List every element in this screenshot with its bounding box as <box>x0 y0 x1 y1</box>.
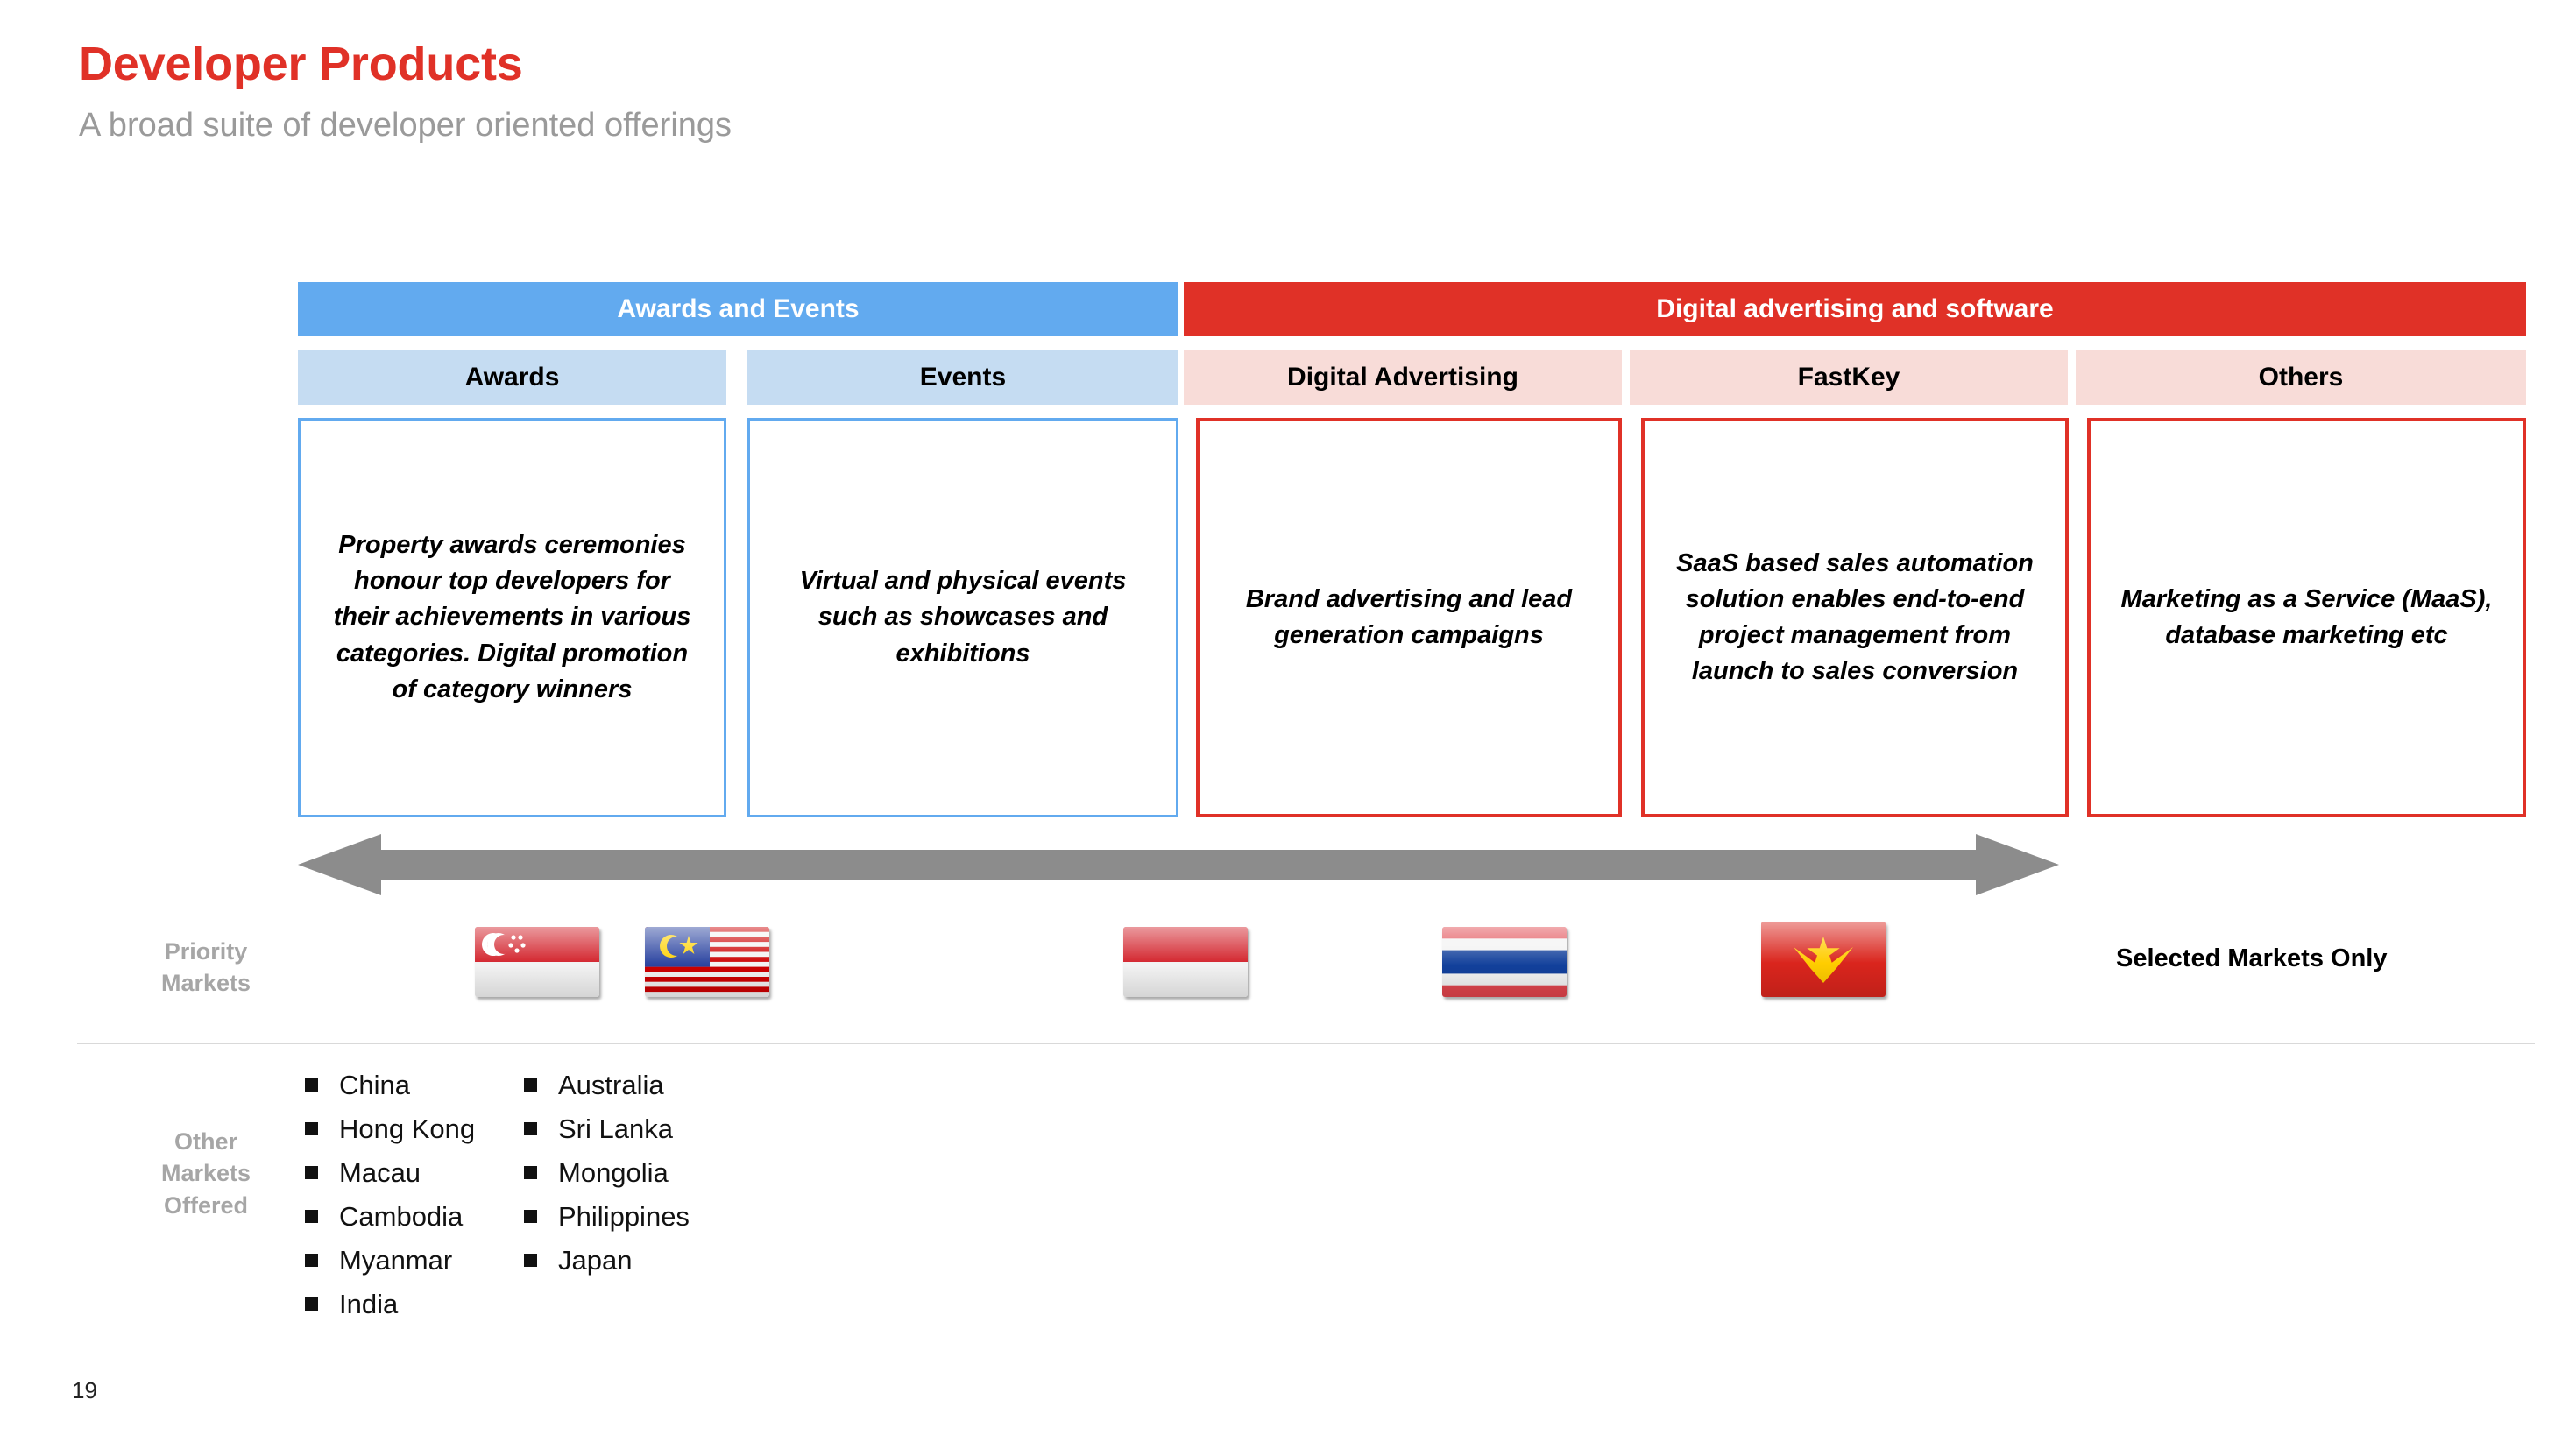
content-box-others[interactable]: Marketing as a Service (MaaS), database … <box>2087 418 2526 817</box>
list-item[interactable]: Macau <box>305 1158 475 1188</box>
list-item-label: Myanmar <box>339 1245 453 1276</box>
other-markets-column-2: Australia Sri Lanka Mongolia Philippines… <box>524 1070 690 1290</box>
list-item-label: Philippines <box>558 1201 690 1233</box>
double-headed-arrow-icon <box>298 834 2059 895</box>
category-bar-digital-advertising-and-software: Digital advertising and software <box>1184 282 2526 336</box>
page-number: 19 <box>72 1377 97 1403</box>
column-heading-digital-advertising[interactable]: Digital Advertising <box>1184 350 1622 405</box>
column-heading-label: FastKey <box>1797 363 1900 392</box>
section-divider <box>77 1043 2535 1044</box>
list-item[interactable]: Sri Lanka <box>524 1113 690 1145</box>
list-item[interactable]: Philippines <box>524 1202 690 1232</box>
list-item-label: Cambodia <box>339 1201 464 1233</box>
malaysia-flag <box>645 927 769 997</box>
bullet-icon <box>305 1297 318 1311</box>
column-heading-awards[interactable]: Awards <box>298 350 726 405</box>
list-item-label: Mongolia <box>558 1157 669 1189</box>
bullet-icon <box>305 1166 318 1180</box>
other-markets-label-line1: Other <box>173 1128 237 1155</box>
page-subtitle: A broad suite of developer oriented offe… <box>79 107 732 144</box>
list-item[interactable]: Japan <box>524 1246 690 1276</box>
bullet-icon <box>524 1078 537 1092</box>
bullet-icon <box>305 1210 318 1224</box>
priority-markets-label-line2: Markets <box>160 970 251 997</box>
list-item[interactable]: China <box>305 1070 475 1100</box>
slide-root: Developer Products A broad suite of deve… <box>0 0 2576 1449</box>
selected-markets-note: Selected Markets Only <box>2116 944 2388 972</box>
content-box-text: Virtual and physical events such as show… <box>799 567 1127 668</box>
content-box-text: Brand advertising and lead generation ca… <box>1245 584 1573 649</box>
column-heading-events[interactable]: Events <box>747 350 1178 405</box>
list-item-label: China <box>339 1070 410 1100</box>
list-item-label: India <box>339 1289 399 1320</box>
priority-markets-label: Priority Markets <box>105 936 307 1000</box>
list-item[interactable]: Cambodia <box>305 1202 475 1232</box>
list-item[interactable]: Myanmar <box>305 1246 475 1276</box>
content-box-text: SaaS based sales automation solution ena… <box>1676 548 2034 686</box>
column-heading-label: Digital Advertising <box>1287 363 1518 392</box>
bullet-icon <box>524 1254 537 1268</box>
singapore-flag <box>475 927 599 997</box>
list-item[interactable]: India <box>305 1290 475 1319</box>
column-heading-label: Awards <box>464 363 560 392</box>
list-item[interactable]: Australia <box>524 1070 690 1100</box>
list-item-label: Macau <box>339 1157 421 1189</box>
category-bar-label: Digital advertising and software <box>1656 294 2054 323</box>
list-item-label: Japan <box>558 1245 633 1276</box>
list-item-label: Australia <box>558 1070 664 1100</box>
page-title: Developer Products <box>79 38 523 90</box>
other-markets-label-line2: Markets <box>160 1160 251 1187</box>
column-heading-label: Events <box>919 363 1007 392</box>
content-box-digital-advertising[interactable]: Brand advertising and lead generation ca… <box>1196 418 1622 817</box>
other-markets-label: Other Markets Offered <box>96 1126 315 1221</box>
list-item[interactable]: Hong Kong <box>305 1113 476 1145</box>
list-item[interactable]: Mongolia <box>524 1158 690 1188</box>
column-heading-fastkey[interactable]: FastKey <box>1630 350 2068 405</box>
thailand-flag <box>1442 927 1567 997</box>
bullet-icon <box>524 1210 537 1224</box>
bullet-icon <box>305 1122 318 1136</box>
category-bar-label: Awards and Events <box>617 294 860 323</box>
category-bar-awards-and-events: Awards and Events <box>298 282 1178 336</box>
content-box-text: Marketing as a Service (MaaS), database … <box>2120 584 2493 649</box>
bullet-icon <box>524 1122 537 1136</box>
content-box-events[interactable]: Virtual and physical events such as show… <box>747 418 1178 817</box>
column-heading-label: Others <box>2258 363 2344 392</box>
list-item-label: Hong Kong <box>339 1113 476 1145</box>
list-item-label: Sri Lanka <box>558 1113 673 1145</box>
bullet-icon <box>305 1254 318 1268</box>
column-heading-others[interactable]: Others <box>2076 350 2526 405</box>
priority-markets-label-line1: Priority <box>164 938 248 965</box>
bullet-icon <box>524 1166 537 1180</box>
other-markets-label-line3: Offered <box>163 1191 249 1219</box>
vietnam-flag <box>1761 922 1886 997</box>
indonesia-flag <box>1123 927 1248 997</box>
content-box-text: Property awards ceremonies honour top de… <box>333 531 691 703</box>
content-box-awards[interactable]: Property awards ceremonies honour top de… <box>298 418 726 817</box>
content-box-fastkey[interactable]: SaaS based sales automation solution ena… <box>1641 418 2069 817</box>
other-markets-column-1: China Hong Kong Macau Cambodia Myanmar I… <box>305 1070 476 1334</box>
bullet-icon <box>305 1078 318 1092</box>
